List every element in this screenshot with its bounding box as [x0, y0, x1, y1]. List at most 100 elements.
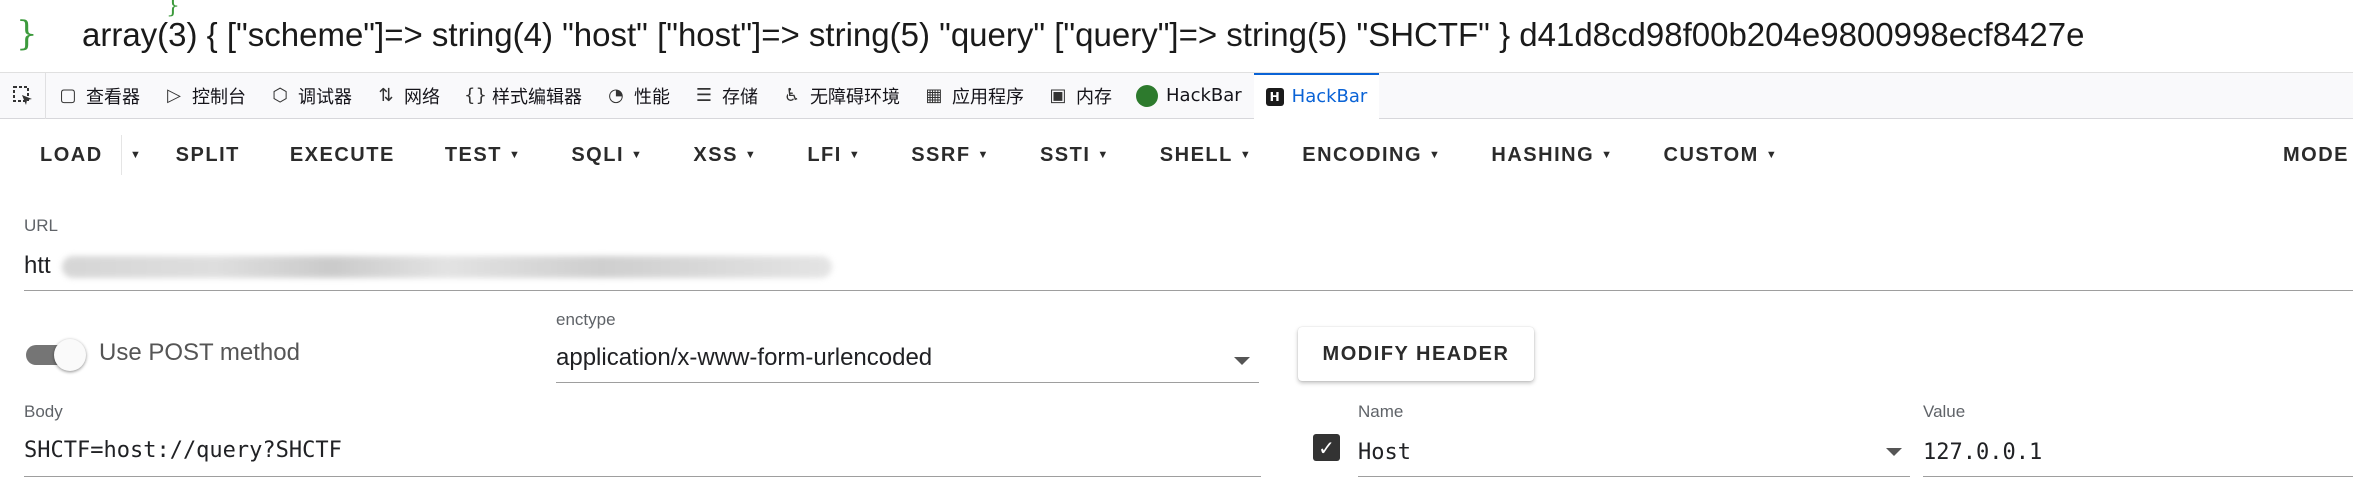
xss-label: XSS: [693, 143, 738, 166]
enctype-select[interactable]: application/x-www-form-urlencoded: [556, 340, 1259, 382]
load-button[interactable]: LOAD: [0, 119, 121, 191]
xss-menu[interactable]: XSS ▼: [668, 119, 782, 191]
custom-menu[interactable]: CUSTOM ▼: [1639, 119, 1804, 191]
application-icon: ▦: [925, 85, 943, 106]
encoding-menu[interactable]: ENCODING ▼: [1277, 119, 1466, 191]
caret-down-icon: ▼: [1601, 149, 1614, 161]
element-picker-icon: [12, 85, 32, 105]
tab-network-label: 网络: [404, 86, 440, 108]
hackbar-green-icon: [1136, 84, 1158, 107]
load-dropdown-button[interactable]: ▼: [120, 135, 151, 175]
devtools-toolbar: ▢ 查看器 ▷ 控制台 ⬡ 调试器 ⇅ 网络 {} 样式编辑器 ◔ 性能 ☰ 存…: [0, 72, 2353, 119]
header-value-value: 127.0.0.1: [1923, 440, 2043, 465]
console-icon: ▷: [167, 85, 181, 106]
tab-accessibility-label: 无障碍环境: [810, 86, 900, 108]
tab-inspector[interactable]: ▢ 查看器: [46, 73, 152, 119]
split-button[interactable]: SPLIT: [151, 119, 265, 191]
tab-hackbar[interactable]: H HackBar: [1253, 72, 1380, 119]
ssrf-menu[interactable]: SSRF ▼: [886, 119, 1015, 191]
tab-network[interactable]: ⇅ 网络: [364, 73, 452, 119]
enctype-label: enctype: [556, 310, 616, 329]
caret-down-icon: ▼: [1429, 149, 1442, 161]
execute-button[interactable]: EXECUTE: [265, 119, 420, 191]
caret-down-icon: ▼: [1239, 149, 1253, 161]
url-input[interactable]: htt: [24, 248, 2353, 290]
header-enabled-checkbox[interactable]: ✓: [1313, 434, 1340, 461]
hashing-label: HASHING: [1491, 143, 1595, 166]
caret-down-icon: ▼: [744, 149, 758, 161]
caret-down-icon: ▼: [1097, 149, 1110, 161]
url-underline: [24, 290, 2353, 291]
element-picker-button[interactable]: [0, 72, 46, 119]
lfi-label: LFI: [807, 143, 842, 166]
body-label: Body: [24, 402, 63, 421]
storage-icon: ☰: [695, 85, 713, 106]
test-label: TEST: [444, 143, 502, 166]
mode-menu[interactable]: MODE: [2283, 119, 2353, 191]
hackbar-menu: LOAD ▼ SPLIT EXECUTE TEST ▼ SQLI ▼ XSS ▼ LF…: [0, 119, 2353, 191]
hashing-menu[interactable]: HASHING ▼: [1466, 119, 1638, 191]
header-value-label: Value: [1923, 402, 1966, 421]
tab-console[interactable]: ▷ 控制台: [152, 73, 258, 119]
post-method-toggle[interactable]: [26, 338, 86, 371]
split-label: SPLIT: [175, 143, 240, 166]
encoding-label: ENCODING: [1302, 143, 1423, 166]
inspector-icon: ▢: [59, 85, 77, 106]
enctype-value: application/x-www-form-urlencoded: [556, 344, 933, 371]
body-input[interactable]: SHCTF=host://query?SHCTF: [24, 430, 1261, 474]
tab-debugger[interactable]: ⬡ 调试器: [258, 73, 364, 119]
style-editor-icon: {}: [464, 85, 487, 106]
tab-console-label: 控制台: [192, 86, 246, 108]
ssrf-label: SSRF: [911, 143, 971, 166]
url-value: htt: [24, 252, 51, 279]
dropdown-arrow-icon: [1886, 448, 1902, 456]
body-value: SHCTF=host://query?SHCTF: [24, 438, 342, 463]
test-menu[interactable]: TEST ▼: [420, 119, 547, 191]
tab-accessibility[interactable]: ♿ 无障碍环境: [770, 73, 912, 119]
header-name-select[interactable]: Host: [1358, 430, 1910, 474]
network-icon: ⇅: [378, 85, 394, 106]
tab-hackbar-green[interactable]: HackBar: [1124, 73, 1254, 119]
header-name-label: Name: [1358, 402, 1404, 421]
header-value-input[interactable]: 127.0.0.1: [1923, 430, 2353, 474]
execute-label: EXECUTE: [289, 143, 395, 166]
checkmark-icon: ✓: [1318, 435, 1335, 460]
caret-down-icon: ▼: [508, 149, 522, 161]
sqli-label: SQLI: [571, 143, 624, 166]
caret-down-icon: ▼: [848, 149, 862, 161]
response-output: } } array(3) { ["scheme"]=> string(4) "h…: [0, 0, 2353, 73]
output-text: array(3) { ["scheme"]=> string(4) "host"…: [82, 16, 2085, 53]
caret-down-icon: ▼: [129, 149, 143, 161]
memory-icon: ▣: [1049, 85, 1067, 106]
sqli-menu[interactable]: SQLI ▼: [546, 119, 668, 191]
tab-application-label: 应用程序: [952, 86, 1024, 108]
tab-performance[interactable]: ◔ 性能: [594, 73, 682, 119]
tab-style-editor[interactable]: {} 样式编辑器: [452, 73, 594, 119]
shell-label: SHELL: [1159, 143, 1233, 166]
tab-storage-label: 存储: [722, 86, 758, 108]
accessibility-icon: ♿: [783, 85, 801, 106]
tab-hackbar-label: HackBar: [1291, 86, 1368, 107]
header-name-underline: [1358, 476, 1910, 477]
dropdown-arrow-icon: [1234, 357, 1250, 365]
modify-header-button[interactable]: MODIFY HEADER: [1298, 327, 1534, 381]
url-label: URL: [24, 216, 59, 235]
debugger-icon: ⬡: [272, 85, 288, 106]
toggle-thumb: [54, 339, 86, 371]
ssti-menu[interactable]: SSTI ▼: [1015, 119, 1135, 191]
enctype-underline: [556, 382, 1259, 383]
performance-icon: ◔: [608, 85, 624, 106]
lfi-menu[interactable]: LFI ▼: [782, 119, 886, 191]
post-method-label: Use POST method: [99, 339, 300, 366]
tab-application[interactable]: ▦ 应用程序: [912, 73, 1036, 119]
output-brace: }: [16, 14, 38, 54]
header-name-value: Host: [1358, 440, 1411, 465]
tab-style-editor-label: 样式编辑器: [492, 86, 582, 108]
load-label: LOAD: [40, 143, 103, 166]
url-redacted-blur: [62, 256, 832, 278]
shell-menu[interactable]: SHELL ▼: [1135, 119, 1277, 191]
body-underline: [24, 476, 1261, 477]
tab-memory[interactable]: ▣ 内存: [1036, 73, 1124, 119]
tab-storage[interactable]: ☰ 存储: [682, 73, 770, 119]
caret-down-icon: ▼: [1765, 149, 1779, 161]
